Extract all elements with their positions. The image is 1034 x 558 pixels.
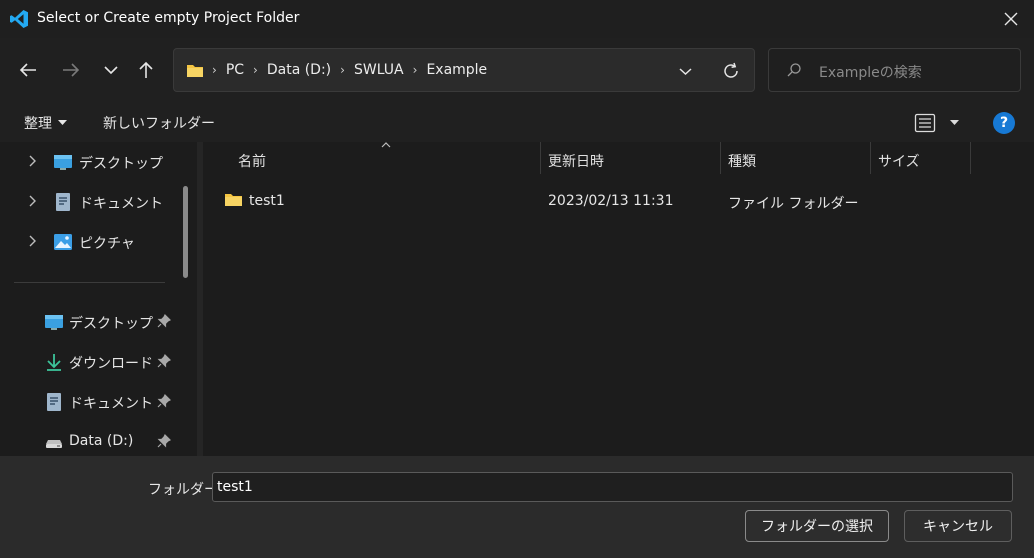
column-divider[interactable] — [970, 142, 971, 174]
search-icon — [787, 63, 801, 77]
up-button[interactable] — [132, 56, 160, 84]
desktop-icon — [45, 315, 63, 330]
navigation-pane: デスクトップ ドキュメント ピクチャ デスクトップ ダウンロード ドキュメント … — [0, 142, 197, 456]
address-bar[interactable]: › PC › Data (D:) › SWLUA › Example — [173, 48, 755, 92]
search-box[interactable]: Exampleの検索 — [768, 48, 1021, 92]
search-placeholder: Exampleの検索 — [819, 65, 922, 81]
pin-icon[interactable] — [157, 394, 171, 408]
quick-access-drive-d[interactable]: Data (D:) — [0, 424, 180, 456]
document-icon — [56, 193, 70, 211]
column-header-label: 名前 — [238, 154, 266, 170]
dialog-footer: フォルダー: フォルダーの選択 キャンセル — [0, 456, 1034, 558]
recent-locations-button[interactable] — [97, 56, 125, 84]
file-name: test1 — [249, 193, 285, 209]
quick-access-documents[interactable]: ドキュメント — [0, 384, 180, 420]
view-options-button[interactable] — [914, 111, 962, 135]
folder-icon — [187, 65, 203, 77]
sidebar-item-label: デスクトップ — [69, 316, 153, 332]
close-icon — [1004, 12, 1018, 26]
column-header-modified[interactable]: 更新日時 — [541, 142, 721, 176]
window-title: Select or Create empty Project Folder — [37, 10, 300, 26]
file-type: ファイル フォルダー — [728, 196, 859, 212]
sidebar-item-pictures[interactable]: ピクチャ — [0, 224, 180, 260]
document-icon — [47, 393, 61, 411]
column-header-label: 種類 — [728, 154, 756, 170]
chevron-down-icon — [678, 67, 692, 75]
drive-icon — [46, 440, 62, 448]
back-button[interactable] — [14, 56, 42, 84]
pin-icon[interactable] — [157, 434, 171, 448]
arrow-right-icon — [63, 63, 80, 77]
sidebar-item-label: デスクトップ — [79, 156, 163, 172]
download-icon — [47, 354, 61, 371]
close-button[interactable] — [998, 6, 1024, 32]
organize-label: 整理 — [24, 116, 52, 132]
file-list: 名前 更新日時 種類 サイズ test1 2023/02/13 11:31 ファ… — [203, 142, 1034, 456]
column-header-label: サイズ — [878, 154, 920, 170]
refresh-button[interactable] — [719, 59, 743, 83]
quick-access-desktop[interactable]: デスクトップ — [0, 304, 180, 340]
pin-icon[interactable] — [157, 314, 171, 328]
navigation-bar: › PC › Data (D:) › SWLUA › Example Examp… — [0, 38, 1034, 102]
sidebar-item-label: Data (D:) — [69, 433, 134, 449]
pin-icon[interactable] — [157, 354, 171, 368]
command-bar: 整理 新しいフォルダー ? — [0, 102, 1034, 142]
help-icon: ? — [999, 115, 1009, 131]
select-folder-button[interactable]: フォルダーの選択 — [745, 510, 889, 542]
caret-down-icon — [58, 120, 67, 125]
details-view-icon — [914, 113, 936, 133]
refresh-icon — [724, 62, 738, 78]
table-row[interactable]: test1 2023/02/13 11:31 ファイル フォルダー — [213, 186, 973, 216]
sort-ascending-icon — [381, 142, 391, 148]
forward-button[interactable] — [57, 56, 85, 84]
vscode-icon — [10, 10, 28, 28]
column-header-type[interactable]: 種類 — [721, 142, 871, 176]
column-header-label: 更新日時 — [548, 154, 604, 170]
pictures-icon — [54, 234, 72, 250]
organize-menu[interactable]: 整理 — [24, 113, 67, 133]
quick-access-downloads[interactable]: ダウンロード — [0, 344, 180, 380]
breadcrumb: › PC › Data (D:) › SWLUA › Example — [212, 62, 488, 78]
title-bar: Select or Create empty Project Folder — [0, 0, 1034, 38]
sidebar-item-label: ダウンロード — [69, 356, 153, 372]
folder-icon — [225, 194, 242, 206]
sidebar-item-documents[interactable]: ドキュメント — [0, 184, 180, 220]
cancel-button[interactable]: キャンセル — [904, 510, 1012, 542]
sidebar-item-label: ピクチャ — [79, 236, 135, 252]
breadcrumb-item[interactable]: SWLUA — [354, 62, 404, 78]
desktop-icon — [54, 155, 72, 170]
chevron-right-icon — [29, 195, 36, 207]
sidebar-divider — [14, 282, 165, 283]
column-header-name[interactable]: 名前 — [203, 142, 541, 176]
file-modified: 2023/02/13 11:31 — [548, 193, 674, 209]
arrow-up-icon — [139, 61, 153, 78]
folder-name-input[interactable] — [212, 472, 1013, 502]
breadcrumb-item[interactable]: Data (D:) — [267, 62, 331, 78]
sidebar-item-desktop[interactable]: デスクトップ — [0, 144, 180, 180]
breadcrumb-item[interactable]: PC — [226, 62, 244, 78]
help-button[interactable]: ? — [993, 112, 1015, 134]
arrow-left-icon — [19, 63, 36, 77]
chevron-right-icon — [29, 155, 36, 167]
sidebar-item-label: ドキュメント — [69, 396, 153, 412]
caret-down-icon — [950, 120, 959, 125]
address-history-button[interactable] — [674, 61, 696, 81]
new-folder-button[interactable]: 新しいフォルダー — [103, 113, 215, 133]
sidebar-item-label: ドキュメント — [79, 196, 163, 212]
chevron-right-icon — [29, 235, 36, 247]
sidebar-scrollbar[interactable] — [183, 186, 188, 278]
column-header-size[interactable]: サイズ — [871, 142, 971, 176]
chevron-down-icon — [104, 66, 118, 75]
breadcrumb-item[interactable]: Example — [426, 62, 487, 78]
